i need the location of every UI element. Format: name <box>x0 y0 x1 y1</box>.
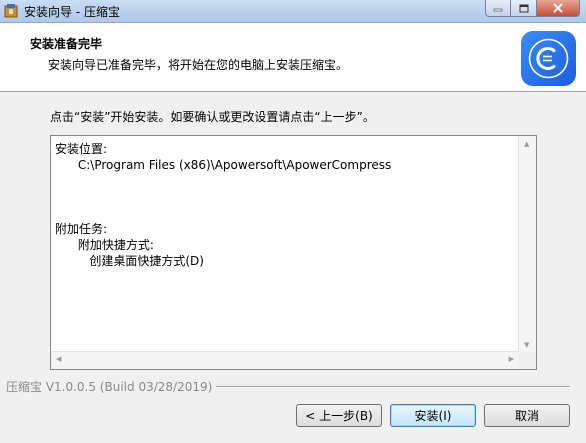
memo-content: 安装位置: C:\Program Files (x86)\Apowersoft\… <box>55 142 392 268</box>
scroll-right-icon[interactable]: ▶ <box>509 355 514 363</box>
install-button[interactable]: 安装(I) <box>390 404 476 427</box>
scrollbar-corner <box>519 352 536 369</box>
apowercompress-logo <box>521 31 576 86</box>
vertical-scrollbar[interactable]: ▲ ▼ <box>518 136 536 352</box>
summary-memo[interactable]: 安装位置: C:\Program Files (x86)\Apowersoft\… <box>50 135 537 370</box>
back-button[interactable]: < 上一步(B) <box>296 404 382 427</box>
maximize-icon <box>519 4 528 12</box>
scroll-down-icon[interactable]: ▼ <box>524 341 529 349</box>
maximize-button[interactable] <box>511 0 537 17</box>
window-title: 安装向导 - 压缩宝 <box>24 5 120 19</box>
wizard-header: 安装准备完毕 安装向导已准备完毕，将开始在您的电脑上安装压缩宝。 <box>0 23 586 92</box>
minimize-button[interactable] <box>485 0 511 17</box>
scroll-up-icon[interactable]: ▲ <box>524 140 529 148</box>
close-button[interactable] <box>537 0 580 17</box>
instruction-text: 点击“安装”开始安装。如要确认或更改设置请点击“上一步”。 <box>50 110 375 124</box>
close-icon <box>553 3 563 13</box>
cancel-button[interactable]: 取消 <box>484 404 570 427</box>
version-label: 压缩宝 V1.0.0.5 (Build 03/28/2019) <box>6 378 217 395</box>
page-subtitle: 安装向导已准备完毕，将开始在您的电脑上安装压缩宝。 <box>48 58 349 72</box>
minimize-icon <box>493 8 503 12</box>
installer-app-icon <box>4 4 18 18</box>
scroll-left-icon[interactable]: ◀ <box>56 355 61 363</box>
title-bar: 安装向导 - 压缩宝 <box>0 0 586 23</box>
horizontal-scrollbar[interactable]: ◀ ▶ <box>51 351 519 369</box>
page-title: 安装准备完毕 <box>30 37 103 51</box>
logo-c-icon <box>528 38 569 79</box>
